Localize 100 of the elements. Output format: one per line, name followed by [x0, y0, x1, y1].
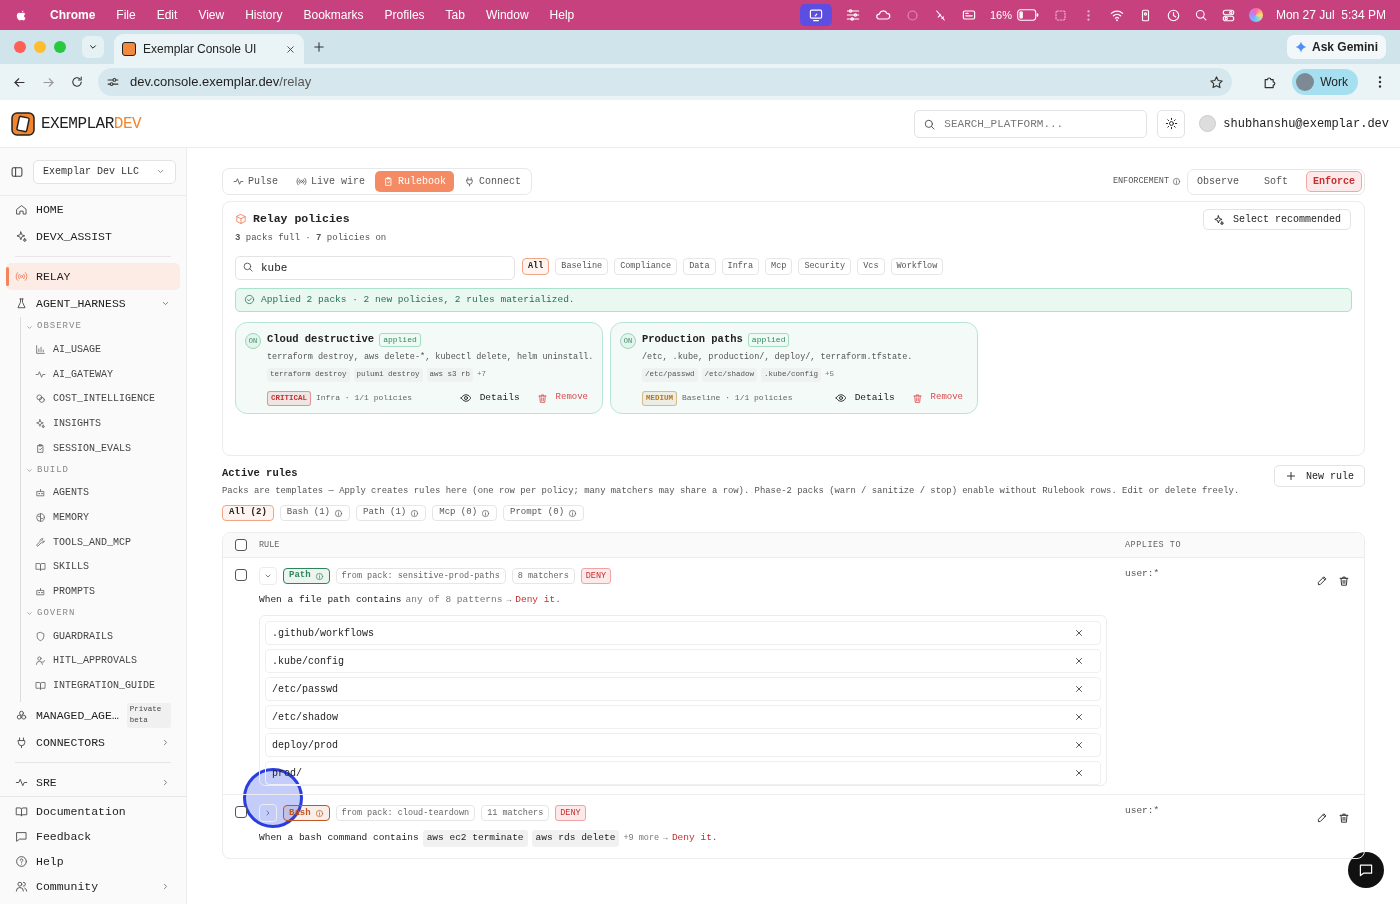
rule-filter-chip[interactable]: Prompt (0): [503, 505, 585, 522]
cloud-icon[interactable]: [873, 7, 892, 23]
remove-icon[interactable]: [1074, 712, 1084, 723]
edit-icon[interactable]: [1316, 812, 1328, 825]
footer-link[interactable]: Feedback: [6, 824, 180, 849]
browser-tab[interactable]: Exemplar Console UI: [114, 34, 304, 64]
screen-share-button[interactable]: [799, 4, 832, 26]
close-icon[interactable]: [285, 43, 296, 55]
assistant-icon[interactable]: [1248, 8, 1263, 22]
nav-subitem[interactable]: AI_GATEWAY: [25, 361, 180, 387]
filter-chip[interactable]: Mcp: [765, 258, 793, 276]
menu-item[interactable]: Help: [549, 6, 575, 24]
search-field[interactable]: kube: [235, 255, 515, 280]
nav-item[interactable]: CONNECTORS: [6, 728, 180, 756]
menu-item[interactable]: Tab: [445, 6, 465, 24]
site-settings-icon[interactable]: [106, 75, 120, 89]
nav-subitem[interactable]: PROMPTS: [25, 579, 180, 604]
checkbox[interactable]: [235, 569, 247, 582]
nav-subitem[interactable]: TOOLS_AND_MCP: [25, 529, 180, 555]
nav-subitem[interactable]: INSIGHTS: [25, 411, 180, 436]
remove-button[interactable]: Remove: [536, 391, 588, 405]
menu-item[interactable]: Profiles: [384, 6, 425, 24]
enforcement-option[interactable]: Enforce: [1306, 171, 1362, 192]
section-header[interactable]: GOVERN: [25, 603, 180, 624]
footer-link[interactable]: Help: [6, 849, 180, 874]
org-selector[interactable]: Exemplar Dev LLC: [33, 159, 176, 184]
rule-filter-chip[interactable]: Bash (1): [279, 505, 351, 522]
menu-item[interactable]: Chrome: [50, 6, 96, 24]
footer-link[interactable]: Documentation: [6, 799, 180, 824]
section-header[interactable]: OBSERVE: [25, 317, 180, 337]
search-field[interactable]: SEARCH_PLATFORM...: [914, 109, 1148, 138]
nav-item[interactable]: RELAY: [6, 263, 180, 290]
tab[interactable]: Live wire: [288, 171, 374, 192]
menu-item[interactable]: Edit: [156, 6, 178, 24]
menu-item[interactable]: Bookmarks: [303, 6, 364, 24]
logo-wordmark[interactable]: EXEMPLARDEV: [41, 111, 142, 136]
rule-filter-chip[interactable]: Path (1): [356, 505, 427, 522]
nav-subitem[interactable]: MEMORY: [25, 505, 180, 530]
nav-subitem[interactable]: INTEGRATION_GUIDE: [25, 673, 180, 698]
filter-chip[interactable]: All: [522, 258, 550, 276]
nav-subitem[interactable]: AI_USAGE: [25, 337, 180, 362]
menu-item[interactable]: View: [198, 6, 225, 24]
enforcement-option[interactable]: Soft: [1248, 171, 1304, 192]
remove-icon[interactable]: [1074, 740, 1084, 751]
remove-icon[interactable]: [1074, 656, 1084, 667]
footer-link[interactable]: Community: [6, 874, 180, 899]
theme-toggle-button[interactable]: [1157, 109, 1186, 138]
filter-chip[interactable]: Workflow: [890, 258, 944, 276]
menu-item[interactable]: File: [116, 6, 136, 24]
expand-toggle[interactable]: [259, 567, 277, 586]
remove-button[interactable]: Remove: [911, 391, 963, 405]
trash-icon[interactable]: [1338, 575, 1350, 588]
clock-icon[interactable]: [1165, 7, 1181, 23]
filter-chip[interactable]: Infra: [721, 258, 760, 276]
expand-toggle[interactable]: [259, 804, 277, 823]
nav-item[interactable]: AGENT_HARNESS: [6, 290, 180, 317]
battery-icon[interactable]: [1015, 9, 1040, 21]
nav-subitem[interactable]: SESSION_EVALS: [25, 435, 180, 461]
display-icon[interactable]: [960, 7, 977, 23]
logo-icon[interactable]: [11, 111, 35, 136]
bookmark-star-icon[interactable]: [1209, 74, 1225, 90]
nav-subitem[interactable]: AGENTS: [25, 480, 180, 506]
nav-subitem[interactable]: SKILLS: [25, 554, 180, 580]
details-button[interactable]: Details: [459, 391, 520, 406]
filter-chip[interactable]: Security: [798, 258, 852, 276]
trash-icon[interactable]: [1338, 812, 1350, 825]
nav-item[interactable]: DEVX_ASSIST: [6, 223, 180, 250]
nav-item[interactable]: HOME: [6, 196, 180, 223]
reload-icon[interactable]: [70, 75, 84, 89]
search-icon[interactable]: [1193, 8, 1208, 22]
section-header[interactable]: BUILD: [25, 460, 180, 481]
nav-subitem[interactable]: COST_INTELLIGENCE: [25, 386, 180, 412]
address-bar[interactable]: dev.console.exemplar.dev/relay: [98, 68, 1233, 96]
user-email[interactable]: shubhanshu@exemplar.dev: [1223, 114, 1389, 133]
filter-chip[interactable]: Data: [683, 258, 716, 276]
remove-icon[interactable]: [1074, 684, 1084, 695]
ask-gemini-button[interactable]: Ask Gemini: [1286, 35, 1386, 59]
checkbox[interactable]: [235, 539, 247, 552]
tab[interactable]: Pulse: [225, 171, 286, 192]
details-button[interactable]: Details: [834, 391, 895, 406]
sliders-icon[interactable]: [844, 7, 861, 23]
control-center-icon[interactable]: [1220, 7, 1236, 23]
filter-chip[interactable]: Baseline: [555, 258, 609, 276]
new-tab-icon[interactable]: [312, 40, 326, 54]
profile-button[interactable]: Work: [1292, 69, 1358, 95]
nav-subitem[interactable]: GUARDRAILS: [25, 623, 180, 649]
select-recommended-button[interactable]: Select recommended: [1202, 209, 1351, 230]
tab[interactable]: Connect: [456, 171, 530, 192]
rule-filter-chip[interactable]: All (2): [222, 505, 274, 522]
filter-chip[interactable]: Compliance: [614, 258, 678, 276]
checkbox[interactable]: [235, 806, 247, 819]
remove-icon[interactable]: [1074, 628, 1084, 639]
nav-subitem[interactable]: HITL_APPROVALS: [25, 648, 180, 674]
chat-button[interactable]: [1348, 852, 1384, 888]
nav-item[interactable]: SRE: [6, 768, 180, 796]
new-rule-button[interactable]: New rule: [1274, 465, 1365, 487]
rule-filter-chip[interactable]: Mcp (0): [432, 505, 498, 522]
edit-icon[interactable]: [1316, 575, 1328, 588]
enforcement-option[interactable]: Observe: [1190, 171, 1246, 192]
remove-icon[interactable]: [1074, 768, 1084, 779]
